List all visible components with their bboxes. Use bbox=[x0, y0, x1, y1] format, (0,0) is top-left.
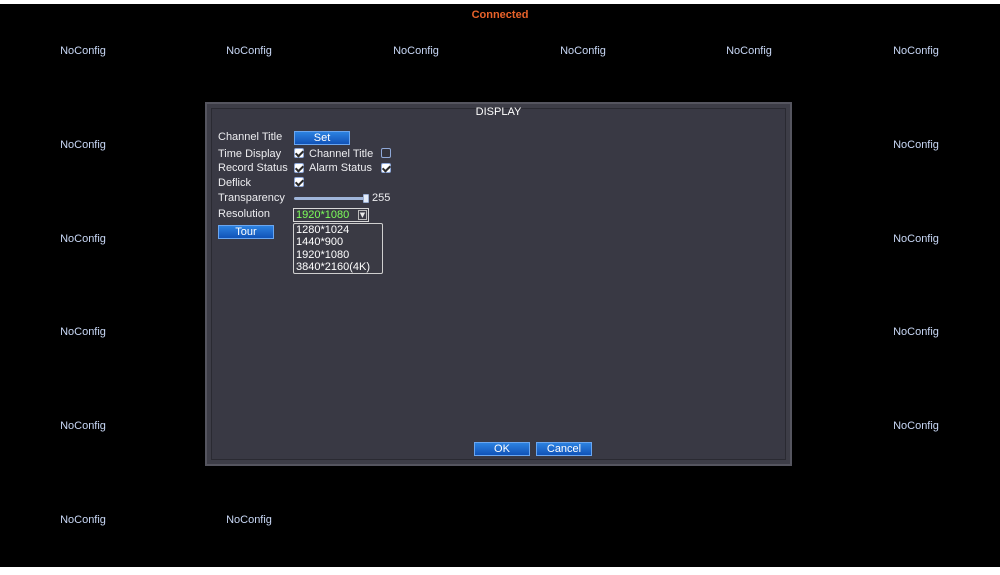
channel-label-31[interactable]: NoConfig bbox=[60, 514, 106, 526]
channel-title-label: Channel Title bbox=[218, 131, 283, 143]
channel-label-3[interactable]: NoConfig bbox=[393, 45, 439, 57]
resolution-option-1280x1024[interactable]: 1280*1024 bbox=[296, 224, 349, 236]
transparency-slider[interactable] bbox=[294, 197, 367, 200]
transparency-value: 255 bbox=[372, 192, 391, 204]
channel-label-5[interactable]: NoConfig bbox=[726, 45, 772, 57]
resolution-option-1440x900[interactable]: 1440*900 bbox=[296, 236, 343, 248]
top-border bbox=[0, 0, 1000, 4]
channel-label-32[interactable]: NoConfig bbox=[226, 514, 272, 526]
record-status-label: Record Status bbox=[218, 162, 288, 174]
resolution-selected-value: 1920*1080 bbox=[296, 209, 350, 221]
transparency-slider-thumb[interactable] bbox=[363, 194, 369, 203]
time-display-checkbox[interactable] bbox=[294, 148, 304, 158]
channel-label-19[interactable]: NoConfig bbox=[60, 326, 106, 338]
deflick-label: Deflick bbox=[218, 177, 252, 189]
channel-label-24[interactable]: NoConfig bbox=[893, 326, 939, 338]
channel-label-25[interactable]: NoConfig bbox=[60, 420, 106, 432]
channel-label-2[interactable]: NoConfig bbox=[226, 45, 272, 57]
dialog-panel bbox=[211, 108, 786, 460]
dialog-title: DISPLAY bbox=[475, 106, 522, 118]
alarm-status-label: Alarm Status bbox=[309, 162, 372, 174]
alarm-status-checkbox[interactable] bbox=[381, 163, 391, 173]
channel-label-1[interactable]: NoConfig bbox=[60, 45, 106, 57]
channel-label-30[interactable]: NoConfig bbox=[893, 420, 939, 432]
record-status-checkbox[interactable] bbox=[294, 163, 304, 173]
transparency-label: Transparency bbox=[218, 192, 285, 204]
display-dialog: DISPLAY bbox=[205, 102, 792, 466]
resolution-select[interactable]: 1920*1080 ▼ bbox=[293, 208, 369, 222]
channel-title-check-label: Channel Title bbox=[309, 148, 374, 160]
ok-button[interactable]: OK bbox=[474, 442, 530, 456]
channel-label-12[interactable]: NoConfig bbox=[893, 139, 939, 151]
channel-label-4[interactable]: NoConfig bbox=[560, 45, 606, 57]
channel-title-checkbox[interactable] bbox=[381, 148, 391, 158]
bottom-border bbox=[0, 567, 1000, 575]
resolution-option-1920x1080[interactable]: 1920*1080 bbox=[296, 249, 349, 261]
resolution-label: Resolution bbox=[218, 208, 270, 220]
deflick-checkbox[interactable] bbox=[294, 177, 304, 187]
tour-button[interactable]: Tour bbox=[218, 225, 274, 239]
set-button[interactable]: Set bbox=[294, 131, 350, 145]
time-display-label: Time Display bbox=[218, 148, 282, 160]
channel-label-6[interactable]: NoConfig bbox=[893, 45, 939, 57]
channel-label-18[interactable]: NoConfig bbox=[893, 233, 939, 245]
chevron-down-icon[interactable]: ▼ bbox=[358, 210, 367, 220]
resolution-dropdown-list: 1280*1024 1440*900 1920*1080 3840*2160(4… bbox=[293, 223, 383, 274]
connection-status: Connected bbox=[471, 9, 529, 21]
resolution-option-3840x2160-4k[interactable]: 3840*2160(4K) bbox=[296, 261, 370, 273]
cancel-button[interactable]: Cancel bbox=[536, 442, 592, 456]
channel-label-7[interactable]: NoConfig bbox=[60, 139, 106, 151]
channel-label-13[interactable]: NoConfig bbox=[60, 233, 106, 245]
